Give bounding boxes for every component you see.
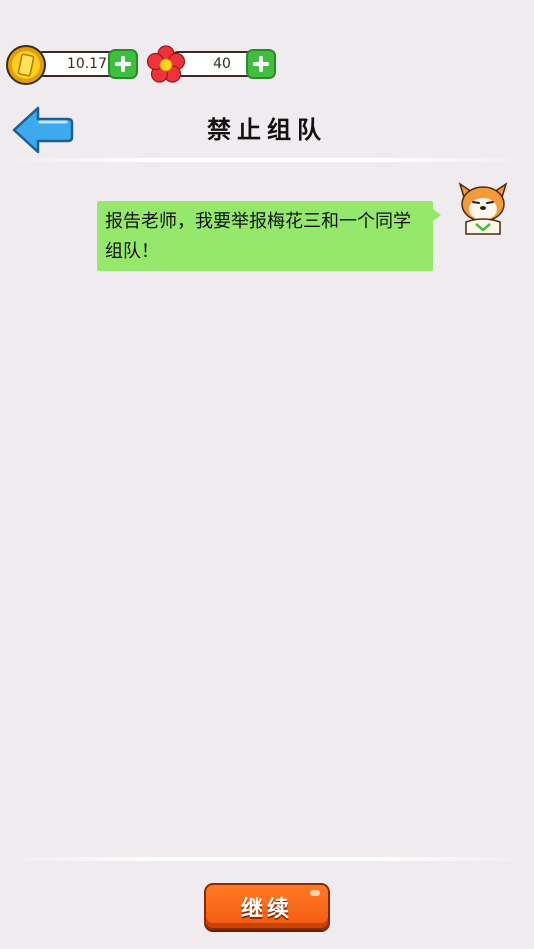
add-coins-button[interactable] [108, 49, 138, 79]
continue-button-label: 继续 [240, 896, 293, 922]
plus-icon [115, 56, 131, 72]
header-divider [0, 158, 534, 162]
shiba-dog-avatar [458, 182, 508, 235]
chat-message-bubble: 报告老师，我要举报梅花三和一个同学组队！ [97, 201, 433, 271]
coin-icon [6, 45, 46, 85]
plus-icon [253, 56, 269, 72]
currency-bar: 10.17k 40 [0, 0, 534, 100]
flower-icon [146, 45, 186, 83]
page-title: 禁止组队 [207, 116, 327, 144]
continue-button[interactable]: 继续 [204, 883, 330, 930]
footer-divider [0, 857, 534, 861]
button-shine [310, 890, 320, 896]
chat-bubble-tail [433, 209, 441, 221]
chat-message-text: 报告老师，我要举报梅花三和一个同学组队！ [105, 211, 411, 262]
add-flowers-button[interactable] [246, 49, 276, 79]
flower-count: 40 [213, 56, 231, 72]
